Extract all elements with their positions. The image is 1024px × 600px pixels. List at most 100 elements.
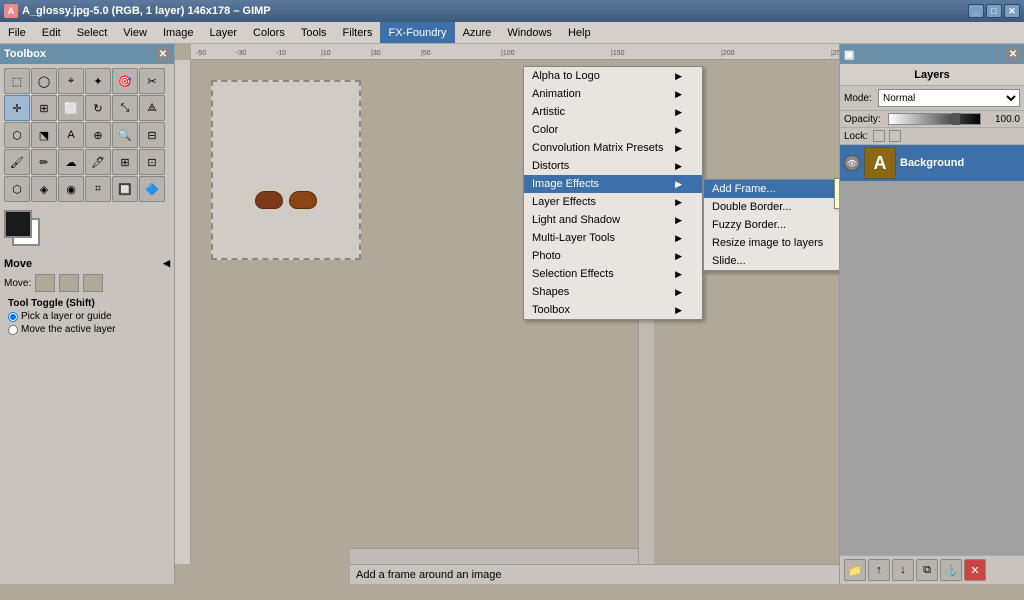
tool-airbrush[interactable]: ☁ (58, 149, 84, 175)
layers-close-button[interactable]: ✕ (1006, 47, 1020, 61)
menu-tools[interactable]: Tools (293, 22, 335, 43)
tool-heal[interactable]: ⊡ (139, 149, 165, 175)
ie-slide[interactable]: Slide... (704, 252, 839, 270)
fx-animation[interactable]: Animation ▶ (524, 85, 702, 103)
fx-light-shadow[interactable]: Light and Shadow ▶ (524, 211, 702, 229)
ie-resize-image[interactable]: Resize image to layers (704, 234, 839, 252)
radio-move-active[interactable]: Move the active layer (8, 324, 166, 335)
fx-color[interactable]: Color ▶ (524, 121, 702, 139)
tool-blend[interactable]: 🔷 (139, 176, 165, 202)
tool-smudge[interactable]: ⌗ (85, 176, 111, 202)
menu-colors[interactable]: Colors (245, 22, 293, 43)
tool-ellipse-select[interactable]: ◯ (31, 68, 57, 94)
fx-artistic[interactable]: Artistic ▶ (524, 103, 702, 121)
menu-view[interactable]: View (115, 22, 155, 43)
tool-select-color[interactable]: 🎯 (112, 68, 138, 94)
main-layout: Toolbox ✕ ⬚ ◯ ⌖ ✦ 🎯 ✂ ✛ ⊞ ⬜ ↻ ⤡ ⟁ ⬡ ⬔ A … (0, 44, 1024, 584)
fx-distorts[interactable]: Distorts ▶ (524, 157, 702, 175)
fx-shapes[interactable]: Shapes ▶ (524, 283, 702, 301)
move-option-2[interactable] (59, 274, 79, 292)
menu-image[interactable]: Image (155, 22, 202, 43)
ie-add-frame[interactable]: Add Frame... (704, 180, 839, 198)
layer-background[interactable]: 👁 A Background (840, 145, 1024, 181)
candy-right (289, 191, 317, 209)
move-option-3[interactable] (83, 274, 103, 292)
tool-perspective[interactable]: ⬡ (4, 122, 30, 148)
toolbox-panel: Toolbox ✕ ⬚ ◯ ⌖ ✦ 🎯 ✂ ✛ ⊞ ⬜ ↻ ⤡ ⟁ ⬡ ⬔ A … (0, 44, 175, 584)
move-section: Move ◀ Move: Tool Toggle (Shift) Pick a … (0, 254, 174, 343)
submenu-arrow: ▶ (675, 269, 682, 280)
layers-header-icon: ▣ (844, 48, 854, 61)
title-bar-controls[interactable]: _ □ ✕ (968, 4, 1020, 18)
tool-bucket-fill[interactable]: 🔲 (112, 176, 138, 202)
fx-image-effects[interactable]: Image Effects ▶ (524, 175, 702, 193)
menu-help[interactable]: Help (560, 22, 599, 43)
tool-align[interactable]: ⊞ (31, 95, 57, 121)
move-option-1[interactable] (35, 274, 55, 292)
tool-clone[interactable]: ⊞ (112, 149, 138, 175)
tool-crop[interactable]: ⬜ (58, 95, 84, 121)
fx-photo[interactable]: Photo ▶ (524, 247, 702, 265)
fx-selection-effects[interactable]: Selection Effects ▶ (524, 265, 702, 283)
maximize-button[interactable]: □ (986, 4, 1002, 18)
minimize-button[interactable]: _ (968, 4, 984, 18)
tool-move[interactable]: ✛ (4, 95, 30, 121)
menu-layer[interactable]: Layer (202, 22, 246, 43)
add-frame-tooltip: Add a frame around an image Press F1 for… (834, 178, 839, 209)
move-title: Move ◀ (4, 258, 170, 270)
toolbox-title: Toolbox (4, 48, 46, 60)
tool-magnify[interactable]: 🔍 (112, 122, 138, 148)
canvas-area: -50 -30 -10 |10 |30 |50 |100 |150 |200 |… (175, 44, 839, 584)
tool-rotate[interactable]: ↻ (85, 95, 111, 121)
tool-rect-select[interactable]: ⬚ (4, 68, 30, 94)
status-bar: Add a frame around an image (350, 564, 839, 584)
anchor-layer-button[interactable]: ⚓ (940, 559, 962, 581)
tool-free-select[interactable]: ⌖ (58, 68, 84, 94)
tool-shear[interactable]: ⟁ (139, 95, 165, 121)
lock-pixels-checkbox[interactable] (873, 130, 885, 142)
opacity-slider[interactable] (888, 113, 981, 125)
mode-select[interactable]: Normal (878, 89, 1020, 107)
tool-ink[interactable]: 🖊 (85, 149, 111, 175)
duplicate-layer-button[interactable]: ⧉ (916, 559, 938, 581)
tool-measure[interactable]: ⊟ (139, 122, 165, 148)
fx-alpha-to-logo[interactable]: Alpha to Logo ▶ (524, 67, 702, 85)
radio-pick-layer[interactable]: Pick a layer or guide (8, 311, 166, 322)
tool-erase[interactable]: ⬡ (4, 176, 30, 202)
lock-position-checkbox[interactable] (889, 130, 901, 142)
tool-scissors[interactable]: ✂ (139, 68, 165, 94)
tool-flip[interactable]: ⬔ (31, 122, 57, 148)
tool-paint[interactable]: 🖌 (4, 149, 30, 175)
fx-foundry-menu: Alpha to Logo ▶ Animation ▶ Artistic ▶ C… (523, 66, 703, 320)
fx-convolution[interactable]: Convolution Matrix Presets ▶ (524, 139, 702, 157)
tool-fuzzy-select[interactable]: ✦ (85, 68, 111, 94)
menu-edit[interactable]: Edit (34, 22, 69, 43)
ie-double-border[interactable]: Double Border... (704, 198, 839, 216)
layer-visibility-eye[interactable]: 👁 (844, 155, 860, 171)
foreground-color-swatch[interactable] (4, 210, 32, 238)
tool-dodge[interactable]: ◉ (58, 176, 84, 202)
menu-select[interactable]: Select (69, 22, 116, 43)
tool-blur[interactable]: ◈ (31, 176, 57, 202)
fx-toolbox[interactable]: Toolbox ▶ (524, 301, 702, 319)
fx-multi-layer[interactable]: Multi-Layer Tools ▶ (524, 229, 702, 247)
move-layer-up-button[interactable]: ↑ (868, 559, 890, 581)
tool-pencil[interactable]: ✏ (31, 149, 57, 175)
horizontal-scrollbar[interactable] (350, 548, 638, 564)
move-layer-down-button[interactable]: ↓ (892, 559, 914, 581)
ie-fuzzy-border[interactable]: Fuzzy Border... (704, 216, 839, 234)
candy-left (255, 191, 283, 209)
close-button[interactable]: ✕ (1004, 4, 1020, 18)
tool-scale[interactable]: ⤡ (112, 95, 138, 121)
menu-azure[interactable]: Azure (455, 22, 500, 43)
delete-layer-button[interactable]: ✕ (964, 559, 986, 581)
toolbox-close-button[interactable]: ✕ (156, 47, 170, 61)
menu-filters[interactable]: Filters (335, 22, 381, 43)
menu-fx-foundry[interactable]: FX-Foundry (380, 22, 454, 43)
menu-windows[interactable]: Windows (499, 22, 560, 43)
fx-layer-effects[interactable]: Layer Effects ▶ (524, 193, 702, 211)
menu-file[interactable]: File (0, 22, 34, 43)
new-layer-group-button[interactable]: 📁 (844, 559, 866, 581)
tool-text[interactable]: A (58, 122, 84, 148)
tool-color-picker[interactable]: ⊕ (85, 122, 111, 148)
